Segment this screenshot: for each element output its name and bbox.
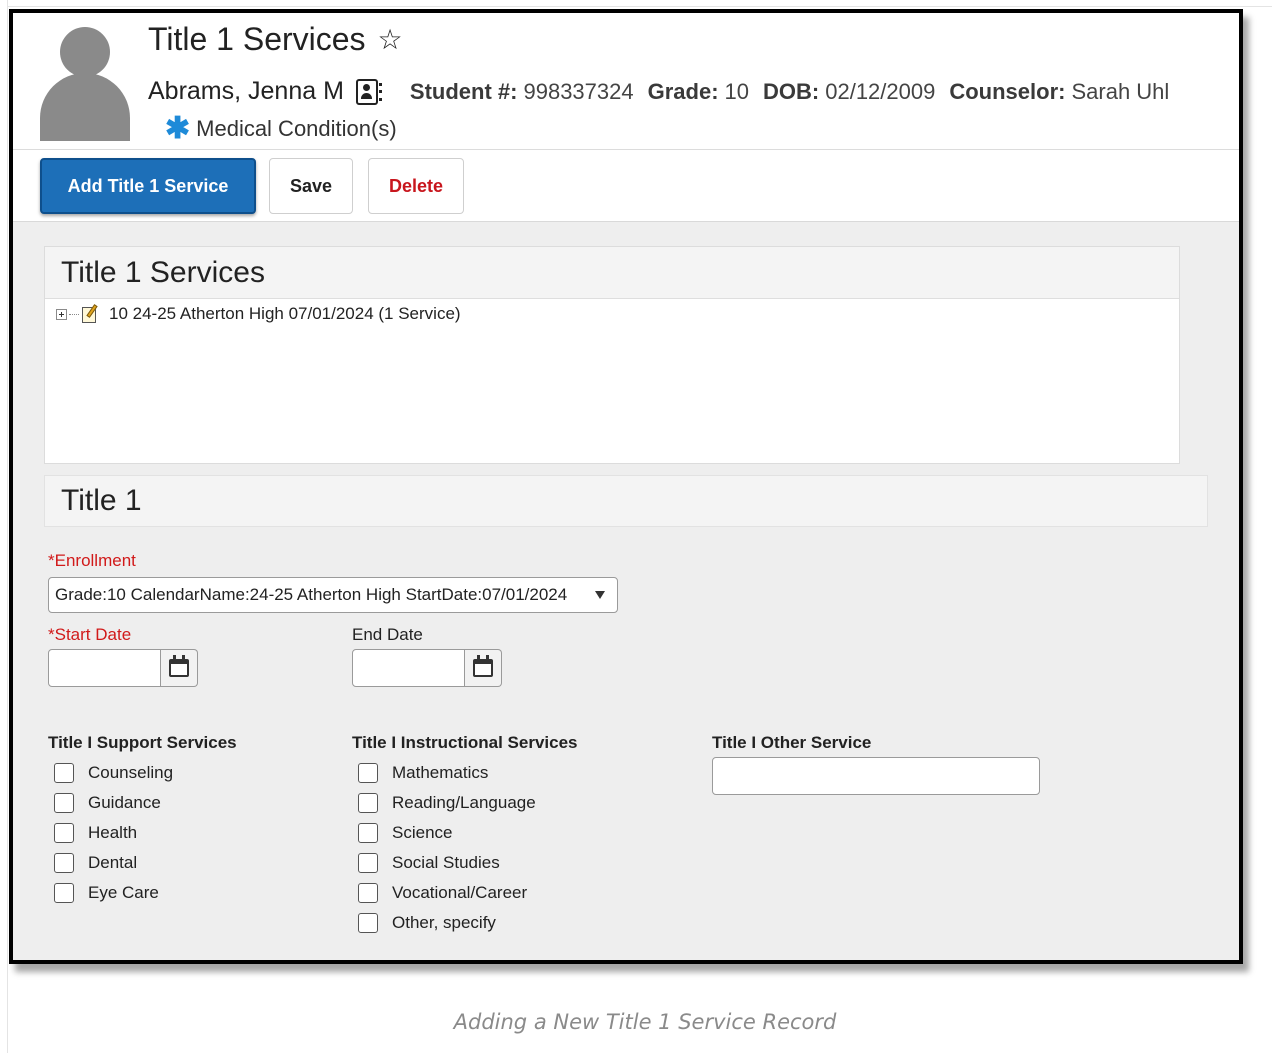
star-icon[interactable]: ☆ bbox=[378, 25, 403, 54]
checkbox-label: Vocational/Career bbox=[392, 883, 528, 902]
checkbox[interactable] bbox=[54, 823, 74, 843]
dob-label: DOB: bbox=[763, 78, 820, 104]
counselor-value: Sarah Uhl bbox=[1071, 78, 1170, 104]
checkbox-row[interactable]: Dental bbox=[54, 848, 173, 878]
checkbox[interactable] bbox=[358, 793, 378, 813]
tree-row[interactable]: 10 24-25 Atherton High 07/01/2024 (1 Ser… bbox=[56, 304, 461, 324]
action-toolbar: Add Title 1 Service Save Delete bbox=[13, 150, 1239, 222]
checkbox-row[interactable]: Science bbox=[358, 818, 536, 848]
start-date-input[interactable] bbox=[48, 649, 161, 687]
other-service-heading: Title I Other Service bbox=[712, 733, 872, 752]
checkbox[interactable] bbox=[54, 793, 74, 813]
checkbox-row[interactable]: Reading/Language bbox=[358, 788, 536, 818]
save-button[interactable]: Save bbox=[269, 158, 353, 214]
support-services-list: Counseling Guidance Health Dental Eye Ca… bbox=[54, 758, 173, 908]
checkbox-label: Mathematics bbox=[392, 763, 489, 782]
avatar bbox=[40, 27, 130, 141]
tree-connector bbox=[69, 313, 79, 315]
calendar-icon bbox=[169, 655, 189, 677]
checkbox-row[interactable]: Eye Care bbox=[54, 878, 173, 908]
grade-value: 10 bbox=[724, 78, 750, 104]
checkbox-label: Dental bbox=[88, 853, 138, 872]
instructional-services-list: Mathematics Reading/Language Science Soc… bbox=[358, 758, 536, 938]
title1-services-panel: Title 1 Services 10 24-25 Atherton High … bbox=[44, 246, 1180, 464]
enrollment-label: *Enrollment bbox=[48, 551, 136, 570]
tree-row-label: 10 24-25 Atherton High 07/01/2024 (1 Ser… bbox=[109, 304, 461, 323]
checkbox-label: Health bbox=[88, 823, 138, 842]
checkbox[interactable] bbox=[54, 763, 74, 783]
other-service-input[interactable] bbox=[712, 757, 1040, 795]
checkbox[interactable] bbox=[358, 823, 378, 843]
figure-caption: Adding a New Title 1 Service Record bbox=[453, 1010, 837, 1034]
student-name: Abrams, Jenna M bbox=[148, 77, 344, 105]
end-date-calendar-button[interactable] bbox=[465, 649, 502, 687]
checkbox[interactable] bbox=[54, 853, 74, 873]
student-info: Abrams, Jenna M Student #: 998337324 Gra… bbox=[148, 77, 1183, 106]
checkbox-row[interactable]: Mathematics bbox=[358, 758, 536, 788]
contact-card-icon[interactable] bbox=[355, 78, 382, 105]
app-window: Title 1 Services ☆ Abrams, Jenna M Stude… bbox=[9, 9, 1243, 964]
checkbox-label: Other, specify bbox=[392, 913, 496, 932]
checkbox-row[interactable]: Counseling bbox=[54, 758, 173, 788]
end-date-input[interactable] bbox=[352, 649, 465, 687]
checkbox-label: Counseling bbox=[88, 763, 174, 782]
checkbox-label: Social Studies bbox=[392, 853, 500, 872]
end-date-label: End Date bbox=[352, 625, 423, 644]
checkbox[interactable] bbox=[358, 883, 378, 903]
checkbox-label: Reading/Language bbox=[392, 793, 536, 812]
checkbox[interactable] bbox=[358, 853, 378, 873]
checkbox-label: Science bbox=[392, 823, 453, 842]
title1-section-heading: Title 1 bbox=[44, 475, 1208, 527]
enrollment-value: Grade:10 CalendarName:24-25 Atherton Hig… bbox=[55, 585, 568, 604]
checkbox-label: Guidance bbox=[88, 793, 161, 812]
page-title: Title 1 Services bbox=[148, 21, 366, 57]
checkbox-row[interactable]: Vocational/Career bbox=[358, 878, 536, 908]
checkbox-row[interactable]: Other, specify bbox=[358, 908, 536, 938]
start-date-label: *Start Date bbox=[48, 625, 132, 644]
checkbox-row[interactable]: Guidance bbox=[54, 788, 173, 818]
checkbox-label: Eye Care bbox=[88, 883, 159, 902]
checkbox-row[interactable]: Social Studies bbox=[358, 848, 536, 878]
services-panel-heading: Title 1 Services bbox=[45, 247, 1179, 299]
page-title-row: Title 1 Services ☆ bbox=[148, 21, 403, 58]
student-num: 998337324 bbox=[523, 78, 634, 104]
page-border-left bbox=[7, 0, 8, 1053]
instructional-services-heading: Title I Instructional Services bbox=[352, 733, 578, 752]
start-date-calendar-button[interactable] bbox=[161, 649, 198, 687]
asterisk-icon: ✱ bbox=[165, 112, 191, 145]
calendar-icon bbox=[473, 655, 493, 677]
medical-condition-label: Medical Condition(s) bbox=[196, 116, 397, 141]
medical-condition-link[interactable]: ✱ Medical Condition(s) bbox=[165, 114, 397, 144]
page-border-top bbox=[7, 6, 1272, 7]
student-num-label: Student #: bbox=[409, 78, 518, 104]
checkbox[interactable] bbox=[358, 913, 378, 933]
end-date-field bbox=[352, 649, 502, 687]
note-icon bbox=[81, 304, 99, 324]
checkbox[interactable] bbox=[54, 883, 74, 903]
counselor-label: Counselor: bbox=[949, 78, 1066, 104]
checkbox[interactable] bbox=[358, 763, 378, 783]
checkbox-row[interactable]: Health bbox=[54, 818, 173, 848]
grade-label: Grade: bbox=[647, 78, 719, 104]
expand-icon[interactable] bbox=[56, 308, 67, 320]
delete-button[interactable]: Delete bbox=[368, 158, 464, 214]
dob-value: 02/12/2009 bbox=[825, 78, 936, 104]
start-date-field bbox=[48, 649, 198, 687]
add-title1-service-button[interactable]: Add Title 1 Service bbox=[40, 158, 256, 214]
support-services-heading: Title I Support Services bbox=[48, 733, 237, 752]
caret-down-icon bbox=[595, 591, 605, 599]
student-header: Title 1 Services ☆ Abrams, Jenna M Stude… bbox=[13, 13, 1239, 150]
student-meta: Student #: 998337324 Grade: 10 DOB: 02/1… bbox=[410, 79, 1183, 105]
enrollment-select[interactable]: Grade:10 CalendarName:24-25 Atherton Hig… bbox=[48, 577, 618, 613]
